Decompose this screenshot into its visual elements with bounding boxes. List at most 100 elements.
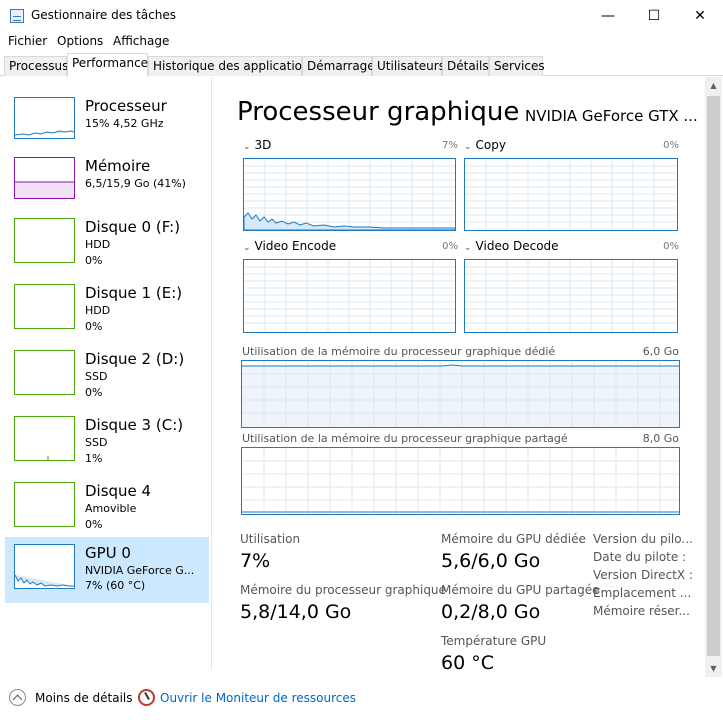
- engine-3d-label[interactable]: ⌄ 3D: [243, 138, 271, 152]
- tab-processus[interactable]: Processus: [4, 56, 68, 76]
- tab-demarrage[interactable]: Démarrage: [302, 56, 375, 76]
- device-name: Disque 0 (F:): [85, 218, 181, 236]
- device-gpu-0[interactable]: GPU 0 NVIDIA GeForce G... 7% (60 °C): [5, 537, 209, 603]
- vertical-scrollbar[interactable]: ▲ ▼: [705, 77, 722, 677]
- gpu-memory-label: Mémoire du processeur graphique: [240, 583, 446, 597]
- engine-video-decode-graph: [464, 259, 678, 333]
- device-type: Amovible: [85, 502, 137, 515]
- device-name: Disque 3 (C:): [85, 416, 184, 434]
- title-bar: Gestionnaire des tâches — ☐ ✕: [0, 0, 723, 32]
- device-name: GPU 0: [85, 544, 131, 562]
- disk-thumbnail: [14, 482, 75, 527]
- engine-copy-graph: [464, 158, 678, 231]
- utilisation-value: 7%: [240, 550, 271, 572]
- gpu-thumbnail: [14, 544, 75, 589]
- engine-3d-graph: [243, 158, 456, 231]
- dedicated-gpu-memory-label: Mémoire du GPU dédiée: [441, 532, 586, 546]
- device-memoire[interactable]: Mémoire 6,5/15,9 Go (41%): [5, 153, 209, 219]
- window-title: Gestionnaire des tâches: [31, 8, 177, 22]
- device-usage: 0%: [85, 320, 103, 333]
- device-detail: NVIDIA GeForce G...: [85, 564, 195, 577]
- task-manager-icon: [10, 9, 24, 23]
- engine-video-encode-percent: 0%: [442, 241, 458, 252]
- shared-gpu-memory-value: 0,2/8,0 Go: [441, 601, 541, 623]
- device-disque-4[interactable]: Disque 4 Amovible 0%: [5, 478, 209, 544]
- engine-video-encode-label[interactable]: ⌄ Video Encode: [243, 239, 336, 253]
- gpu-temperature-value: 60 °C: [441, 652, 494, 674]
- physical-location-label: Emplacement ...: [593, 586, 692, 600]
- cpu-thumbnail: [14, 97, 75, 139]
- engine-copy-label[interactable]: ⌄ Copy: [464, 138, 506, 152]
- dedicated-memory-max: 6,0 Go: [642, 345, 679, 358]
- memory-thumbnail: [14, 157, 75, 199]
- engine-video-decode-name: Video Decode: [475, 239, 559, 253]
- device-usage: 0%: [85, 518, 103, 531]
- engine-3d-percent: 7%: [442, 140, 458, 151]
- device-disque-2[interactable]: Disque 2 (D:) SSD 0%: [5, 346, 209, 412]
- page-title: Processeur graphique: [237, 97, 520, 127]
- device-disque-3[interactable]: Disque 3 (C:) SSD 1%: [5, 412, 209, 478]
- device-detail: 15% 4,52 GHz: [85, 117, 164, 130]
- scroll-down-icon[interactable]: ▼: [705, 660, 722, 677]
- dedicated-memory-label: Utilisation de la mémoire du processeur …: [242, 345, 556, 358]
- device-usage: 0%: [85, 386, 103, 399]
- tab-details[interactable]: Détails: [442, 56, 489, 76]
- device-name: Disque 4: [85, 482, 152, 500]
- maximize-button[interactable]: ☐: [631, 0, 677, 32]
- resource-monitor-link[interactable]: Ouvrir le Moniteur de ressources: [160, 691, 356, 705]
- menu-options[interactable]: Options: [57, 34, 103, 48]
- scroll-thumb[interactable]: [707, 96, 720, 656]
- device-type: SSD: [85, 436, 108, 449]
- shared-gpu-memory-label: Mémoire du GPU partagée: [441, 583, 600, 597]
- gpu-model-name: NVIDIA GeForce GTX ...: [525, 107, 698, 125]
- device-disque-1[interactable]: Disque 1 (E:) HDD 0%: [5, 280, 209, 346]
- hardware-reserved-memory-label: Mémoire réser...: [593, 604, 690, 618]
- gpu-temperature-label: Température GPU: [441, 634, 547, 648]
- device-usage: 0%: [85, 254, 103, 267]
- tab-services[interactable]: Services: [489, 56, 545, 76]
- gpu-memory-value: 5,8/14,0 Go: [240, 601, 352, 623]
- device-disque-0[interactable]: Disque 0 (F:) HDD 0%: [5, 214, 209, 280]
- menu-bar: Fichier Options Affichage: [0, 32, 723, 51]
- shared-memory-label: Utilisation de la mémoire du processeur …: [242, 432, 568, 445]
- shared-memory-max: 8,0 Go: [642, 432, 679, 445]
- resource-monitor-icon: [138, 689, 155, 706]
- scroll-up-icon[interactable]: ▲: [705, 77, 722, 94]
- disk-thumbnail: [14, 218, 75, 263]
- device-usage: 7% (60 °C): [85, 579, 146, 592]
- chevron-down-icon: ⌄: [464, 142, 472, 152]
- footer: Moins de détails Ouvrir le Moniteur de r…: [0, 677, 723, 724]
- disk-thumbnail: [14, 350, 75, 395]
- engine-copy-percent: 0%: [663, 140, 679, 151]
- chevron-down-icon: ⌄: [243, 243, 251, 253]
- device-processeur[interactable]: Processeur 15% 4,52 GHz: [5, 93, 209, 159]
- shared-memory-graph: [241, 447, 680, 515]
- minimize-button[interactable]: —: [585, 0, 631, 32]
- dedicated-memory-graph: [241, 360, 680, 428]
- tab-performance[interactable]: Performance: [67, 53, 148, 77]
- engine-3d-name: 3D: [254, 138, 272, 152]
- gpu-detail-panel: Processeur graphique NVIDIA GeForce GTX …: [214, 77, 705, 674]
- engine-video-encode-graph: [243, 259, 456, 333]
- device-type: HDD: [85, 304, 111, 317]
- device-type: HDD: [85, 238, 111, 251]
- device-name: Disque 1 (E:): [85, 284, 183, 302]
- disk-thumbnail: [14, 284, 75, 329]
- chevron-down-icon: ⌄: [243, 142, 251, 152]
- close-button[interactable]: ✕: [677, 0, 723, 32]
- tab-utilisateurs[interactable]: Utilisateurs: [372, 56, 445, 76]
- device-usage: 1%: [85, 452, 103, 465]
- device-detail: 6,5/15,9 Go (41%): [85, 177, 186, 190]
- less-details-button[interactable]: Moins de détails: [35, 691, 133, 705]
- tab-bar: Processus Performance Historique des app…: [0, 53, 723, 77]
- menu-affichage[interactable]: Affichage: [113, 34, 169, 48]
- chevron-up-circle-icon[interactable]: [9, 689, 26, 706]
- tab-historique[interactable]: Historique des applications: [148, 56, 316, 76]
- engine-video-decode-percent: 0%: [663, 241, 679, 252]
- device-name: Disque 2 (D:): [85, 350, 185, 368]
- engine-video-decode-label[interactable]: ⌄ Video Decode: [464, 239, 559, 253]
- engine-copy-name: Copy: [475, 138, 506, 152]
- directx-version-label: Version DirectX :: [593, 568, 693, 582]
- driver-version-label: Version du pilo...: [593, 532, 693, 546]
- menu-fichier[interactable]: Fichier: [8, 34, 47, 48]
